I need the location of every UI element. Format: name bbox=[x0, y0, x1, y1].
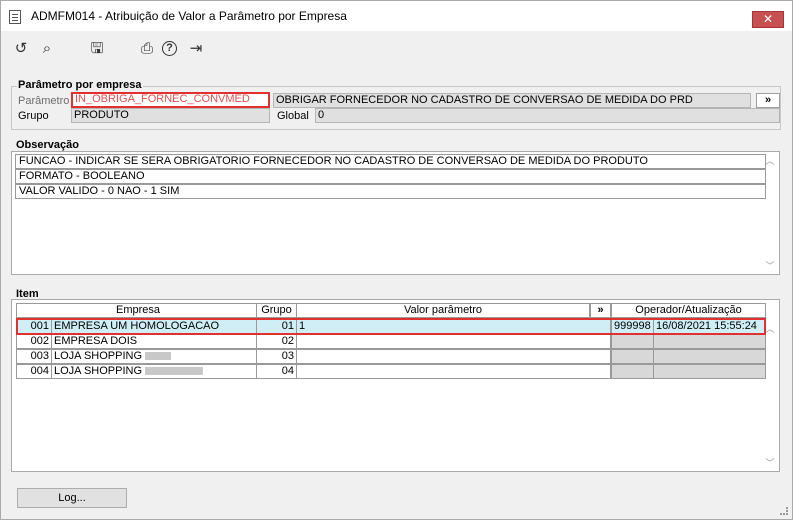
title-bar: ADMFM014 - Atribuição de Valor a Parâmet… bbox=[1, 1, 792, 31]
log-button[interactable]: Log... bbox=[17, 488, 127, 508]
row-operador bbox=[611, 349, 654, 364]
row-code: 003 bbox=[16, 349, 52, 364]
parametro-description-field: OBRIGAR FORNECEDOR NO CADASTRO DE CONVER… bbox=[273, 93, 751, 108]
app-window: ADMFM014 - Atribuição de Valor a Parâmet… bbox=[0, 0, 793, 520]
row-atualizacao bbox=[653, 364, 766, 379]
observacao-legend: Observação bbox=[16, 139, 79, 151]
row-code: 002 bbox=[16, 334, 52, 349]
observacao-list[interactable]: FUNCAO - INDICAR SE SERA OBRIGATORIO FOR… bbox=[11, 151, 780, 275]
row-empresa: LOJA SHOPPING bbox=[54, 365, 143, 377]
scroll-down-icon[interactable]: ﹀ bbox=[763, 456, 777, 469]
column-header-empresa[interactable]: Empresa bbox=[16, 303, 260, 318]
scroll-down-icon[interactable]: ﹀ bbox=[763, 259, 777, 272]
column-header-grupo[interactable]: Grupo bbox=[256, 303, 297, 318]
parametro-input[interactable]: IN_OBRIGA_FORNEC_CONVMED bbox=[71, 92, 270, 108]
row-operador bbox=[611, 334, 654, 349]
row-code: 004 bbox=[16, 364, 52, 379]
redacted-text bbox=[145, 367, 204, 376]
row-operador: 999998 bbox=[611, 319, 654, 334]
column-header-operador[interactable]: Operador/Atualização bbox=[611, 303, 766, 318]
column-header-valor[interactable]: Valor parâmetro bbox=[296, 303, 590, 318]
search-icon[interactable]: ⌕ bbox=[37, 39, 57, 59]
parametro-label: Parâmetro bbox=[18, 95, 70, 107]
observacao-line: FUNCAO - INDICAR SE SERA OBRIGATORIO FOR… bbox=[15, 154, 766, 169]
row-code: 001 bbox=[16, 319, 52, 334]
parametro-lookup-button[interactable]: » bbox=[756, 93, 780, 108]
undo-icon[interactable]: ↺ bbox=[11, 39, 31, 59]
row-atualizacao bbox=[653, 334, 766, 349]
redacted-text bbox=[145, 352, 172, 361]
row-valor-input[interactable] bbox=[296, 334, 611, 349]
document-icon bbox=[9, 10, 21, 24]
print-icon[interactable]: ⎙ bbox=[137, 39, 157, 59]
scroll-up-icon[interactable]: ︿ bbox=[763, 322, 777, 335]
row-empresa: EMPRESA DOIS bbox=[51, 334, 257, 349]
close-button[interactable]: ✕ bbox=[752, 11, 784, 28]
row-valor-input[interactable] bbox=[296, 364, 611, 379]
row-atualizacao: 16/08/2021 15:55:24 bbox=[653, 319, 766, 334]
row-grupo: 01 bbox=[256, 319, 297, 334]
grupo-field: PRODUTO bbox=[71, 108, 270, 123]
row-grupo: 02 bbox=[256, 334, 297, 349]
row-empresa-cell: LOJA SHOPPING bbox=[51, 349, 257, 364]
row-empresa: EMPRESA UM HOMOLOGACAO bbox=[51, 319, 257, 334]
help-icon[interactable]: ? bbox=[162, 41, 177, 56]
row-grupo: 03 bbox=[256, 349, 297, 364]
window-title: ADMFM014 - Atribuição de Valor a Parâmet… bbox=[31, 9, 347, 23]
parametro-legend: Parâmetro por empresa bbox=[17, 79, 143, 91]
row-empresa: LOJA SHOPPING bbox=[54, 350, 143, 362]
row-empresa-cell: LOJA SHOPPING bbox=[51, 364, 257, 379]
exit-icon[interactable]: ⇥ bbox=[186, 39, 206, 59]
row-valor-input[interactable]: 1 bbox=[296, 319, 611, 334]
row-operador bbox=[611, 364, 654, 379]
row-grupo: 04 bbox=[256, 364, 297, 379]
observacao-line: VALOR VALIDO - 0 NAO - 1 SIM bbox=[15, 184, 766, 199]
save-icon[interactable]: 🖫 bbox=[87, 39, 107, 59]
row-valor-input[interactable] bbox=[296, 349, 611, 364]
row-atualizacao bbox=[653, 349, 766, 364]
resize-grip[interactable] bbox=[780, 507, 788, 515]
grupo-label: Grupo bbox=[18, 110, 49, 122]
scroll-up-icon[interactable]: ︿ bbox=[763, 154, 777, 167]
column-expand-button[interactable]: » bbox=[590, 303, 611, 318]
observacao-line: FORMATO - BOOLEANO bbox=[15, 169, 766, 184]
global-field: 0 bbox=[315, 108, 780, 123]
global-label: Global bbox=[277, 110, 309, 122]
item-grid[interactable]: Empresa Grupo Valor parâmetro » Operador… bbox=[11, 299, 780, 472]
